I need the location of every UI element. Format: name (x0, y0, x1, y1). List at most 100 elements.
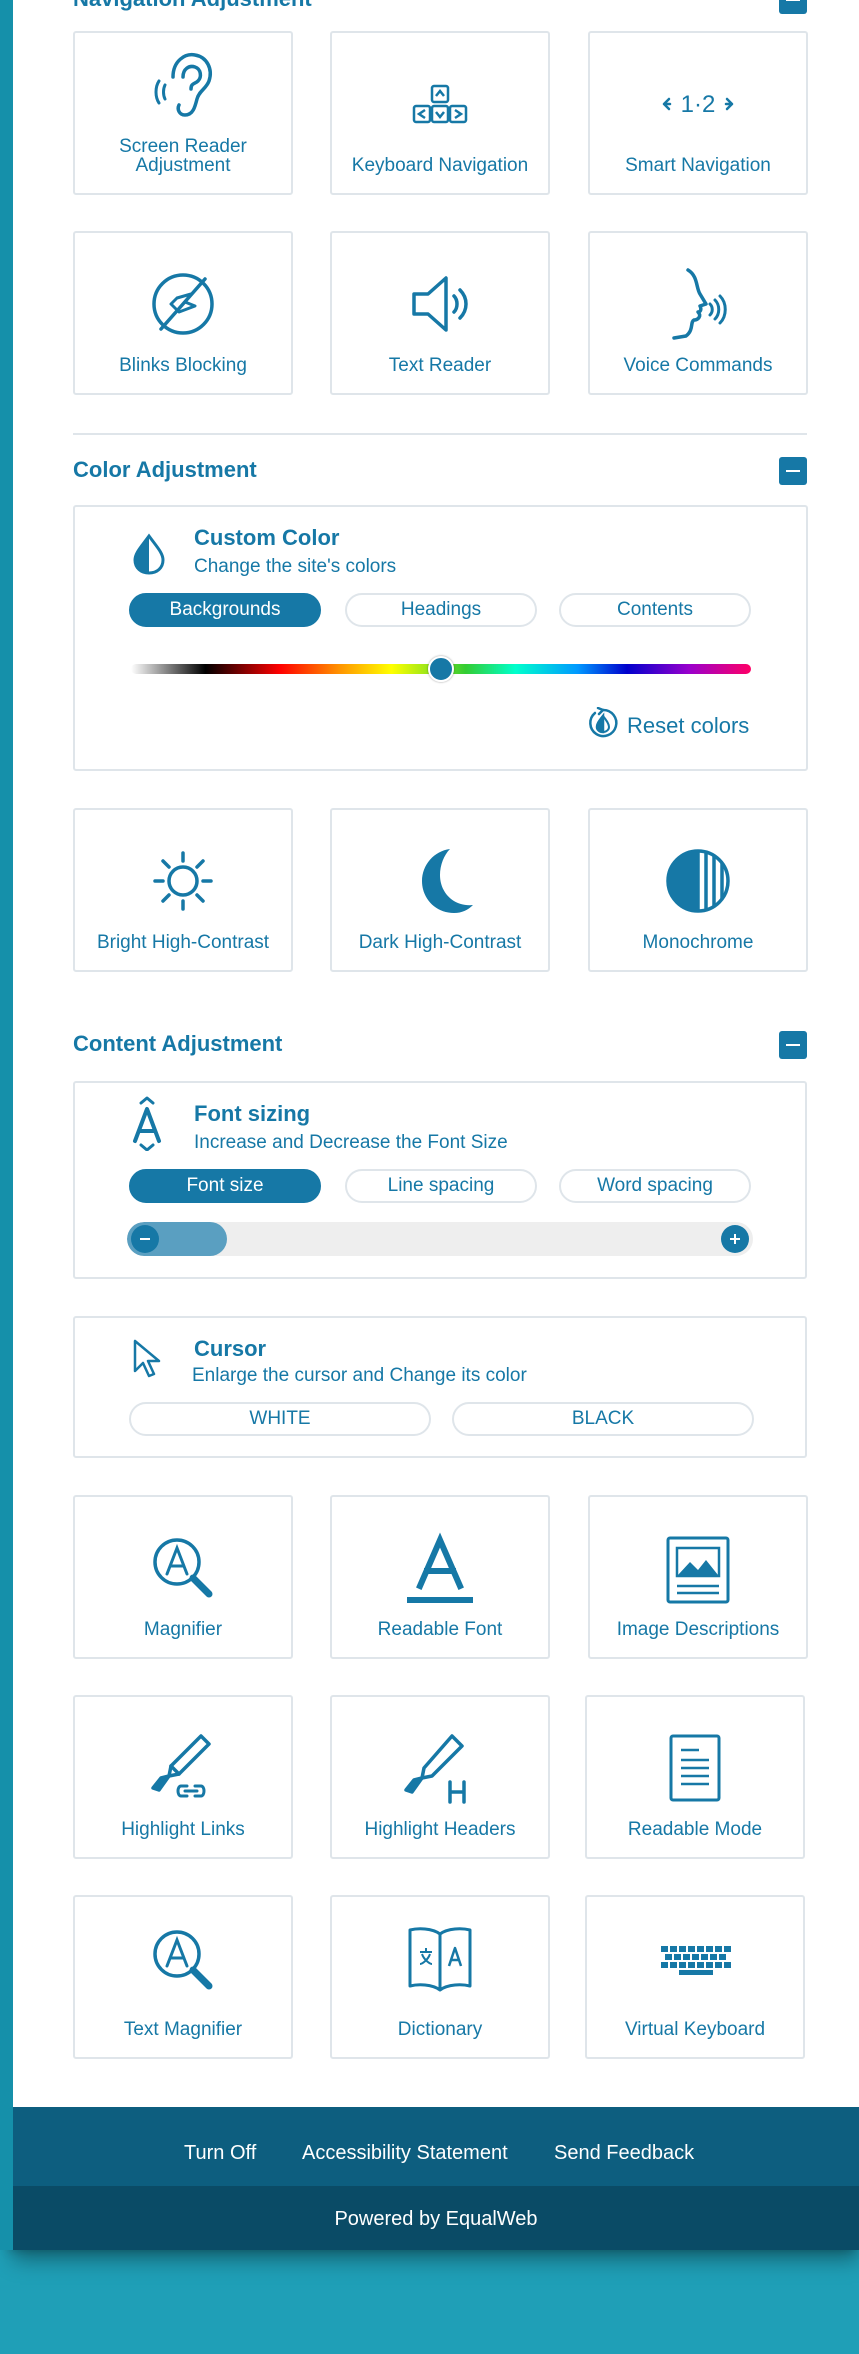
cursor-subtitle: Enlarge the cursor and Change its color (192, 1365, 527, 1386)
section-title-navigation: Navigation Adjustment (73, 0, 312, 12)
tile-label: Magnifier (143, 1619, 223, 1640)
minus-icon (786, 0, 800, 1)
decrease-font-button[interactable] (131, 1225, 159, 1253)
cursor-card: Cursor Enlarge the cursor and Change its… (73, 1316, 807, 1458)
readable-mode-icon (655, 1728, 735, 1808)
tile-label: Voice Commands (623, 355, 773, 376)
tile-dark-high-contrast[interactable]: Dark High-Contrast (330, 808, 550, 972)
tile-label: Dictionary (397, 2019, 483, 2040)
tile-voice-commands[interactable]: Voice Commands (588, 231, 808, 395)
tile-virtual-keyboard[interactable]: Virtual Keyboard (585, 1895, 805, 2059)
highlight-links-icon (143, 1728, 223, 1808)
cursor-icon (131, 1338, 165, 1385)
tab-headings[interactable]: Headings (345, 593, 537, 627)
monochrome-icon (658, 841, 738, 921)
tile-screen-reader[interactable]: Screen Reader Adjustment (73, 31, 293, 195)
readable-font-icon (400, 1528, 480, 1608)
magnifier-icon (143, 1528, 223, 1608)
minus-icon (786, 1044, 800, 1046)
tile-label: Blinks Blocking (119, 355, 247, 376)
tile-text-reader[interactable]: Text Reader (330, 231, 550, 395)
tile-bright-high-contrast[interactable]: Bright High-Contrast (73, 808, 293, 972)
voice-head-icon (658, 264, 738, 344)
tile-label: Screen Reader Adjustment (119, 136, 247, 176)
custom-color-title: Custom Color (194, 525, 340, 550)
tile-label: Dark High-Contrast (358, 932, 522, 953)
font-sizing-card: Font sizing Increase and Decrease the Fo… (73, 1081, 807, 1279)
dictionary-icon (400, 1918, 480, 1998)
custom-color-subtitle: Change the site's colors (194, 556, 397, 577)
plus-icon (730, 1234, 740, 1244)
send-feedback-link[interactable]: Send Feedback (554, 2142, 694, 2165)
tile-readable-mode[interactable]: Readable Mode (585, 1695, 805, 1859)
tile-label: Highlight Headers (364, 1819, 516, 1840)
minus-icon (140, 1238, 150, 1240)
tile-readable-font[interactable]: Readable Font (330, 1495, 550, 1659)
tile-label: Text Magnifier (123, 2019, 243, 2040)
tab-contents[interactable]: Contents (559, 593, 751, 627)
smart-navigation-icon: 1·2 (658, 64, 738, 144)
cursor-title: Cursor (194, 1336, 267, 1361)
panel-edge (0, 0, 13, 2250)
collapse-color-button[interactable] (779, 457, 807, 485)
tile-highlight-links[interactable]: Highlight Links (73, 1695, 293, 1859)
tile-highlight-headers[interactable]: Highlight Headers (330, 1695, 550, 1859)
sun-icon (143, 841, 223, 921)
tile-label: Virtual Keyboard (624, 2019, 766, 2040)
tile-dictionary[interactable]: Dictionary (330, 1895, 550, 2059)
tile-monochrome[interactable]: Monochrome (588, 808, 808, 972)
font-sizing-title: Font sizing (194, 1101, 311, 1126)
tile-label: Keyboard Navigation (351, 155, 529, 176)
collapse-navigation-button[interactable] (779, 0, 807, 14)
collapse-content-button[interactable] (779, 1031, 807, 1059)
text-magnifier-icon (143, 1920, 223, 2000)
tile-label: Highlight Links (121, 1819, 245, 1840)
font-size-icon (127, 1095, 167, 1156)
powered-by-text[interactable]: Powered by EqualWeb (13, 2208, 859, 2231)
ear-icon (143, 45, 223, 125)
highlight-headers-icon (400, 1728, 480, 1808)
tab-font-size[interactable]: Font size (129, 1169, 321, 1203)
accessibility-statement-link[interactable]: Accessibility Statement (302, 2142, 508, 2165)
font-sizing-subtitle: Increase and Decrease the Font Size (194, 1132, 508, 1153)
tile-keyboard-navigation[interactable]: Keyboard Navigation (330, 31, 550, 195)
reset-colors-label: Reset colors (627, 712, 750, 738)
tab-word-spacing[interactable]: Word spacing (559, 1169, 751, 1203)
tile-magnifier[interactable]: Magnifier (73, 1495, 293, 1659)
tile-blinks-blocking[interactable]: Blinks Blocking (73, 231, 293, 395)
footer-powered-bar: Powered by EqualWeb (13, 2186, 859, 2250)
reset-droplet-icon (587, 706, 619, 744)
tab-line-spacing[interactable]: Line spacing (345, 1169, 537, 1203)
font-size-track[interactable] (127, 1222, 753, 1256)
tile-label: Readable Mode (627, 1819, 763, 1840)
tile-label: Monochrome (642, 932, 754, 953)
droplet-icon (131, 533, 167, 580)
virtual-keyboard-icon (655, 1918, 735, 1998)
section-divider (73, 433, 807, 435)
minus-icon (786, 470, 800, 472)
tile-label: Text Reader (388, 355, 492, 376)
turn-off-link[interactable]: Turn Off (184, 2142, 256, 2165)
tile-image-descriptions[interactable]: Image Descriptions (588, 1495, 808, 1659)
tile-label: Readable Font (377, 1619, 503, 1640)
image-icon (658, 1528, 738, 1608)
reset-colors-button[interactable]: Reset colors (587, 706, 750, 744)
speaker-icon (400, 264, 480, 344)
tile-label: Image Descriptions (616, 1619, 780, 1640)
custom-color-card: Custom Color Change the site's colors Ba… (73, 505, 808, 771)
tile-text-magnifier[interactable]: Text Magnifier (73, 1895, 293, 2059)
moon-icon (400, 841, 480, 921)
increase-font-button[interactable] (721, 1225, 749, 1253)
tab-backgrounds[interactable]: Backgrounds (129, 593, 321, 627)
blinks-blocking-icon (143, 264, 223, 344)
cursor-black-option[interactable]: BLACK (452, 1402, 754, 1436)
keyboard-arrows-icon (400, 64, 480, 144)
section-title-content: Content Adjustment (73, 1031, 283, 1056)
tile-label: Bright High-Contrast (96, 932, 270, 953)
color-slider-thumb[interactable] (428, 656, 454, 682)
section-title-color: Color Adjustment (73, 457, 257, 482)
svg-text:1·2: 1·2 (681, 91, 716, 118)
cursor-white-option[interactable]: WHITE (129, 1402, 431, 1436)
tile-label: Smart Navigation (625, 155, 771, 176)
tile-smart-navigation[interactable]: 1·2 Smart Navigation (588, 31, 808, 195)
